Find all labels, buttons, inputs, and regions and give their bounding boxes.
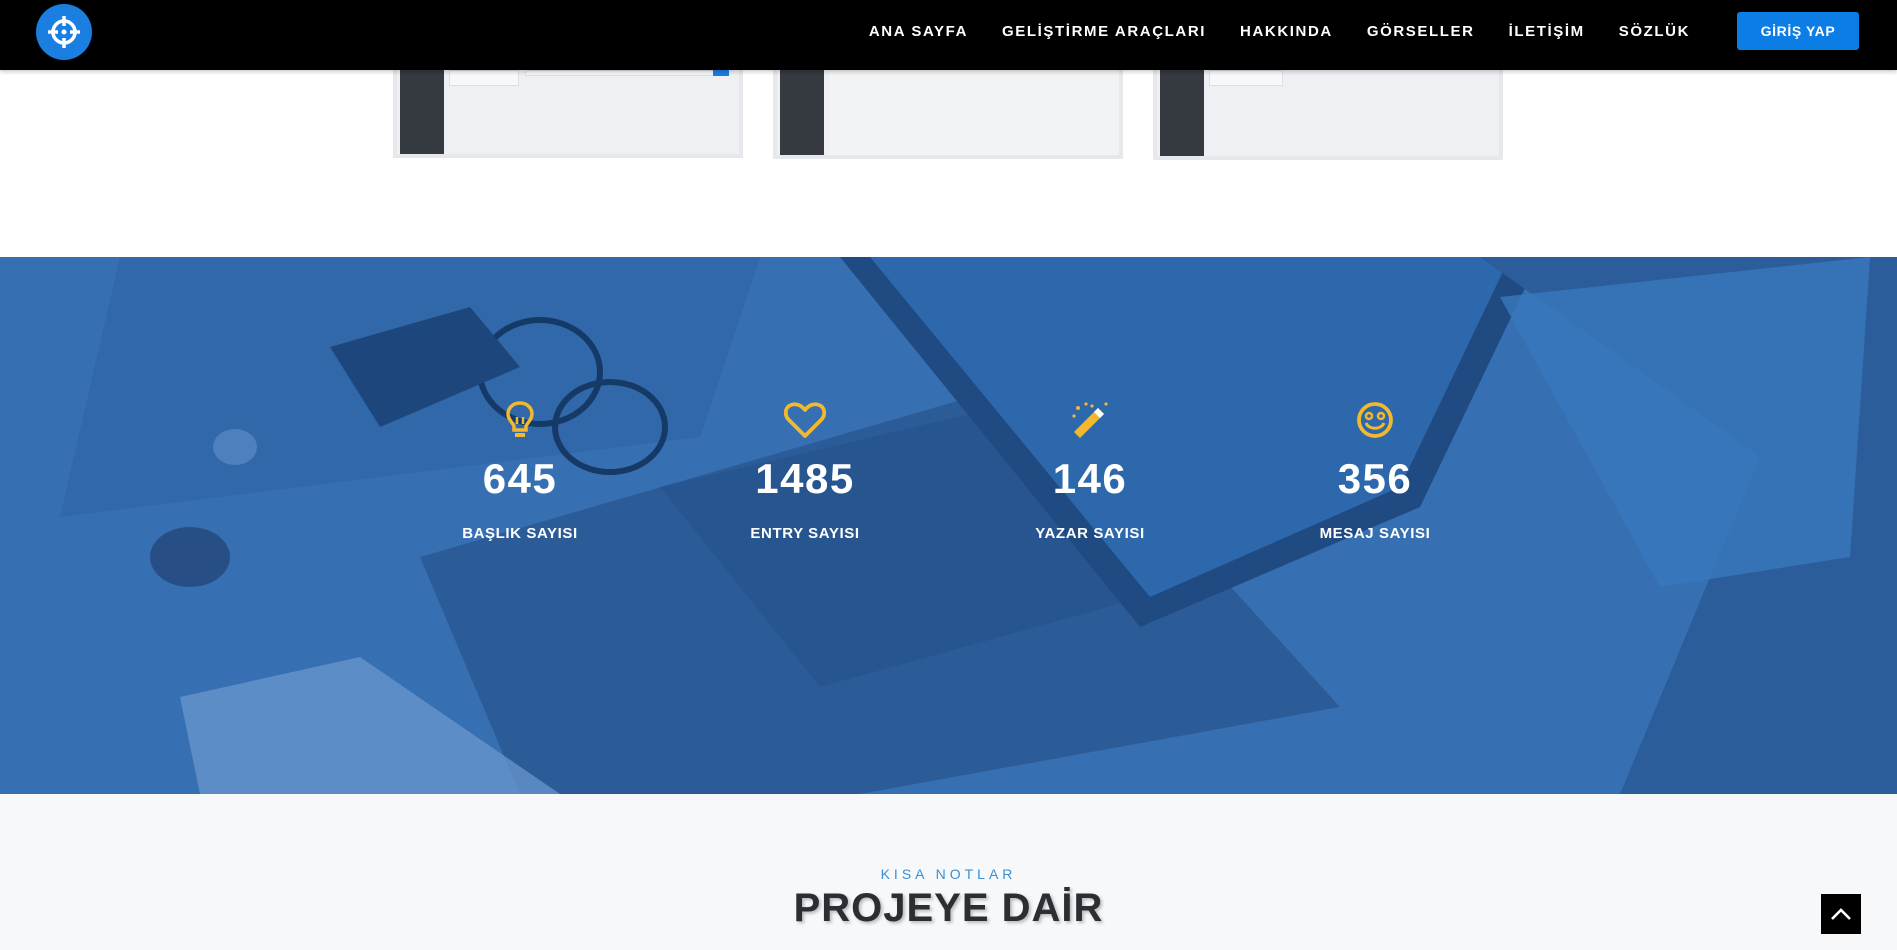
nav-menu: ANA SAYFA GELİŞTİRME ARAÇLARI HAKKINDA G…	[852, 0, 1707, 62]
crosshair-icon	[48, 16, 80, 48]
stat-mesajlar: 356 MESAJ SAYISI	[1275, 397, 1475, 542]
stat-entryler: 1485 ENTRY SAYISI	[705, 397, 905, 542]
stat-label: MESAJ SAYISI	[1319, 525, 1431, 542]
stat-label: ENTRY SAYISI	[750, 525, 860, 542]
nav-item-sozluk[interactable]: SÖZLÜK	[1602, 23, 1707, 40]
stat-value: 146	[1052, 455, 1128, 502]
nav-item-gelistirme-araclari[interactable]: GELİŞTİRME ARAÇLARI	[985, 23, 1223, 40]
nav-item-iletisim[interactable]: İLETİŞİM	[1492, 23, 1602, 40]
stat-value: 1485	[755, 455, 855, 502]
stat-label: YAZAR SAYISI	[1035, 525, 1145, 542]
chevron-up-icon	[1831, 908, 1851, 920]
top-navbar: ANA SAYFA GELİŞTİRME ARAÇLARI HAKKINDA G…	[0, 0, 1897, 70]
stat-basliklar: 645 BAŞLIK SAYISI	[420, 397, 620, 542]
stat-label: BAŞLIK SAYISI	[462, 525, 578, 542]
lightbulb-icon	[506, 401, 534, 437]
section-subtitle: KISA NOTLAR	[880, 866, 1017, 882]
nav-item-ana-sayfa[interactable]: ANA SAYFA	[852, 23, 985, 40]
gallery-thumbnail[interactable]	[393, 70, 743, 158]
magic-wand-icon	[1072, 402, 1108, 438]
stat-value: 356	[1337, 455, 1413, 502]
gallery-thumbnail[interactable]	[1153, 70, 1503, 160]
scroll-to-top-button[interactable]	[1821, 894, 1861, 934]
gallery-thumbnail[interactable]	[773, 70, 1123, 159]
heart-icon	[784, 402, 826, 438]
notes-section: KISA NOTLAR PROJEYE DAİR	[0, 794, 1897, 950]
section-title: PROJEYE DAİR	[793, 886, 1104, 930]
stats-section: 645 BAŞLIK SAYISI 1485 ENTRY SAYISI 146 …	[0, 257, 1897, 794]
logo[interactable]	[36, 4, 92, 60]
stat-value: 645	[482, 455, 558, 502]
nav-item-hakkinda[interactable]: HAKKINDA	[1223, 23, 1350, 40]
background-photo-laptop	[0, 257, 1897, 794]
login-button[interactable]: GİRİŞ YAP	[1737, 12, 1859, 50]
screenshot-gallery	[0, 70, 1897, 257]
nav-item-gorseller[interactable]: GÖRSELLER	[1350, 23, 1492, 40]
smile-icon	[1357, 402, 1393, 438]
stat-yazarlar: 146 YAZAR SAYISI	[990, 397, 1190, 542]
